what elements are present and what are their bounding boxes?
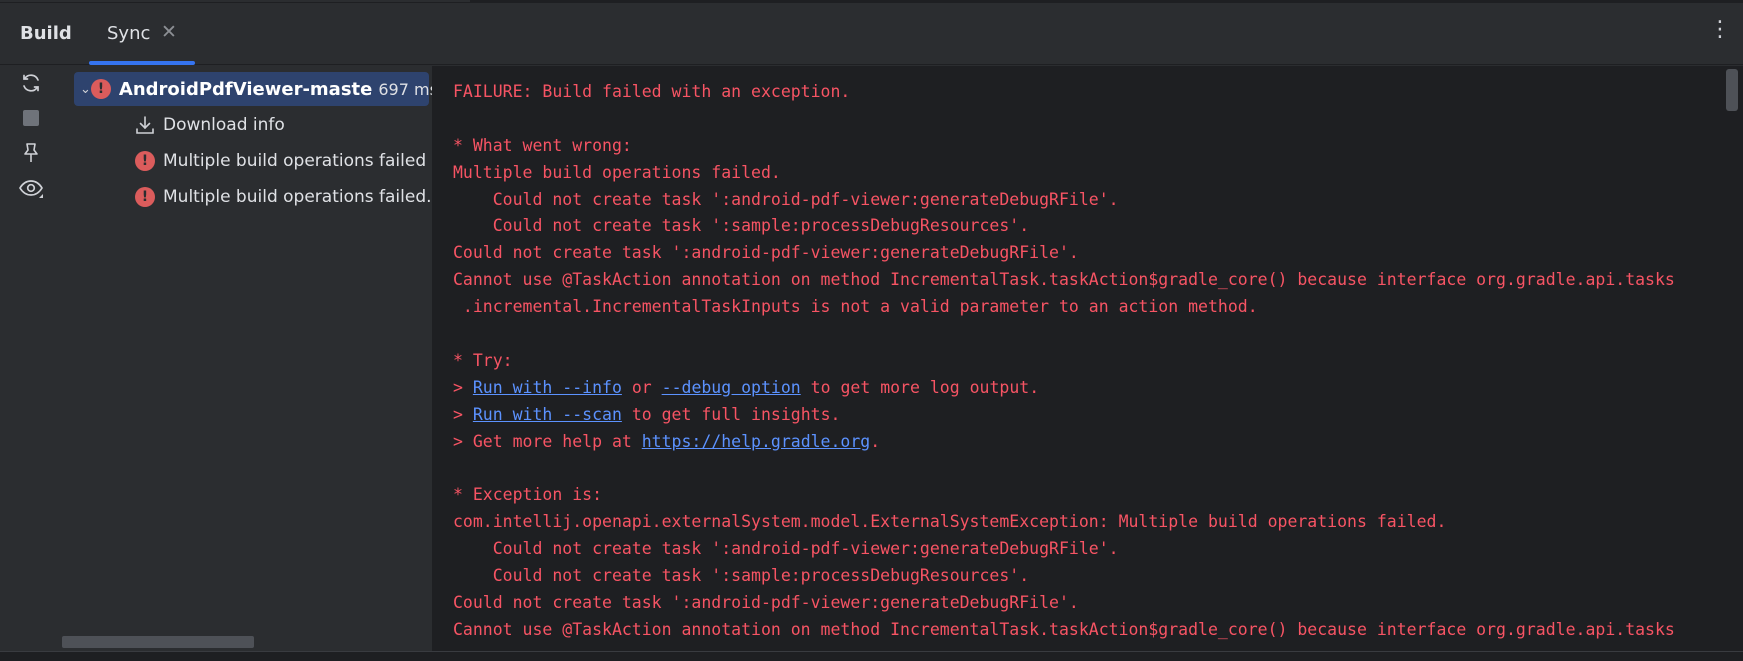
console-line: Could not create task ':android-pdf-view… (453, 189, 1119, 209)
tree-item-error[interactable]: ! Multiple build operations failed (135, 144, 426, 178)
console-link[interactable]: --debug option (662, 378, 801, 397)
tab-sync-label: Sync (107, 23, 151, 44)
console-line: com.intellij.openapi.externalSystem.mode… (453, 512, 1447, 532)
build-tree: ⌄ ! AndroidPdfViewer-maste 697 ms Downlo… (62, 66, 432, 651)
stop-icon[interactable] (16, 103, 46, 133)
console-line: Could not create task ':android-pdf-view… (453, 243, 1079, 263)
console-link[interactable]: https://help.gradle.org (642, 432, 870, 451)
eye-icon[interactable] (16, 174, 46, 204)
tree-root-time: 697 ms (378, 79, 432, 99)
tree-item-label: Multiple build operations failed. (163, 187, 432, 207)
horizontal-scroll-thumb[interactable] (62, 636, 254, 648)
console-line: > Get more help at https://help.gradle.o… (453, 431, 881, 451)
console-line: FAILURE: Build failed with an exception. (453, 82, 851, 101)
console-line: Could not create task ':sample:processDe… (453, 216, 1030, 236)
sync-icon[interactable] (16, 68, 46, 98)
tree-item-label: Download info (163, 115, 285, 135)
console-line: Cannot use @TaskAction annotation on met… (453, 270, 1675, 290)
console-line: * What went wrong: (453, 135, 632, 155)
console-line: > Run with --info or --debug option to g… (453, 377, 1040, 397)
console-link[interactable]: Run with --scan (473, 405, 622, 424)
console-line: * Exception is: (453, 485, 603, 505)
console-text: FAILURE: Build failed with an exception.… (453, 79, 1675, 644)
console-line: > Run with --scan to get full insights. (453, 404, 841, 424)
console-line: .incremental.IncrementalTaskInputs is no… (453, 297, 1258, 317)
console-line: Could not create task ':android-pdf-view… (453, 539, 1119, 559)
window-top-segment (0, 0, 470, 2)
tree-horizontal-scrollbar[interactable] (62, 636, 432, 650)
tree-item-label: Multiple build operations failed (163, 151, 427, 171)
vertical-scroll-thumb[interactable] (1726, 69, 1738, 111)
download-icon (135, 115, 155, 135)
console-line: Multiple build operations failed. (453, 162, 781, 182)
tab-close-icon[interactable]: ✕ (161, 21, 177, 43)
console-line: * Try: (453, 350, 513, 370)
tree-item-error[interactable]: ! Multiple build operations failed. (135, 180, 432, 214)
active-tab-indicator (89, 61, 195, 65)
build-panel-header: Build Sync ✕ ⋮ (0, 3, 1743, 65)
build-output-console[interactable]: FAILURE: Build failed with an exception.… (433, 66, 1743, 651)
error-icon: ! (135, 187, 155, 207)
console-line: Could not create task ':sample:processDe… (453, 566, 1030, 586)
panel-title: Build (20, 23, 72, 44)
tree-item-download-info[interactable]: Download info (135, 108, 285, 142)
chevron-down-icon[interactable]: ⌄ (80, 82, 91, 97)
bottom-strip (0, 651, 1743, 661)
pin-icon[interactable] (16, 138, 46, 168)
tree-root-label: AndroidPdfViewer-maste (118, 78, 373, 100)
console-link[interactable]: Run with --info (473, 378, 622, 397)
build-toolbar (0, 66, 62, 651)
console-line: Cannot use @TaskAction annotation on met… (453, 619, 1675, 639)
error-icon: ! (90, 79, 111, 99)
tab-sync[interactable]: Sync ✕ (89, 3, 195, 65)
console-line: Could not create task ':android-pdf-view… (453, 592, 1079, 612)
more-options-icon[interactable]: ⋮ (1709, 19, 1731, 41)
error-icon: ! (135, 151, 155, 171)
tree-root-item[interactable]: ⌄ ! AndroidPdfViewer-maste 697 ms (74, 72, 432, 106)
